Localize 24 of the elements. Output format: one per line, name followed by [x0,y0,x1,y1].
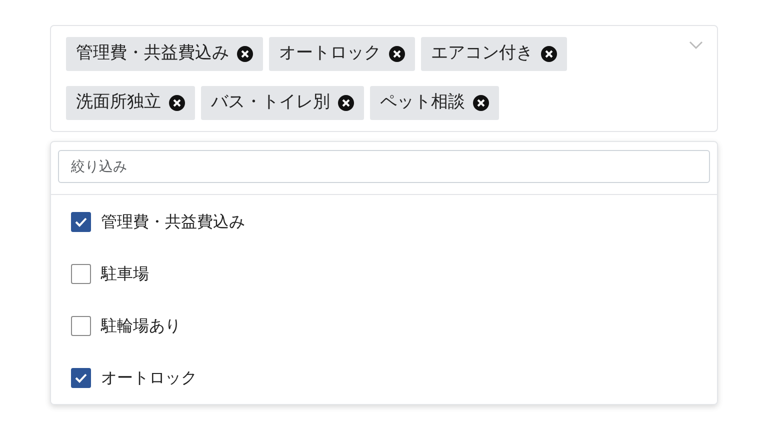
close-icon[interactable] [389,46,405,62]
checkbox[interactable] [71,212,91,232]
close-icon[interactable] [473,95,489,111]
tag-label: バス・トイレ別 [211,91,330,114]
checkmark-icon [74,215,88,229]
tag-label: 管理費・共益費込み [76,42,229,66]
checkbox[interactable] [71,316,91,336]
close-icon[interactable] [338,95,354,111]
checkbox[interactable] [71,264,91,284]
checkbox[interactable] [71,368,91,388]
tag-label: 洗面所独立 [76,91,161,114]
option-label[interactable]: 駐輪場あり [101,314,181,338]
multiselect-field[interactable]: 管理費・共益費込み オートロック エアコン付き 洗面所独立 バス・トイレ別 ペット相談 [50,25,718,132]
close-icon[interactable] [237,46,253,62]
tag-label: エアコン付き [431,42,533,66]
option-label[interactable]: 管理費・共益費込み [101,210,245,234]
close-icon[interactable] [541,46,557,62]
option-label[interactable]: 駐車場 [101,262,149,286]
close-icon[interactable] [169,95,185,111]
tag-label: オートロック [279,42,381,66]
filter-input[interactable]: 絞り込み [58,150,710,183]
tag-label: ペット相談 [380,91,465,114]
checkmark-icon [74,371,88,385]
option-label[interactable]: オートロック [101,366,197,390]
